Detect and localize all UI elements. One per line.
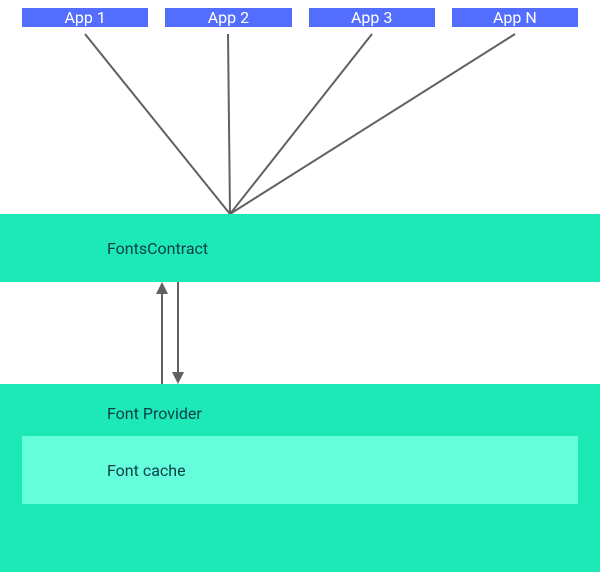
- app-label: App N: [493, 8, 537, 27]
- app-label: App 3: [351, 8, 392, 27]
- fonts-contract-box: FontsContract: [0, 214, 600, 282]
- app-label: App 1: [64, 8, 105, 27]
- font-cache-box: Font cache: [22, 436, 578, 504]
- app-box-3: App 3: [309, 8, 435, 27]
- app-box-2: App 2: [165, 8, 291, 27]
- fonts-contract-label: FontsContract: [107, 239, 208, 258]
- app-label: App 2: [208, 8, 249, 27]
- font-provider-box: Font Provider Font cache: [0, 384, 600, 572]
- app-box-1: App 1: [22, 8, 148, 27]
- font-cache-label: Font cache: [107, 461, 186, 480]
- diagram-canvas: App 1 App 2 App 3 App N FontsContract Fo…: [0, 0, 600, 574]
- font-provider-label: Font Provider: [107, 404, 202, 423]
- app-row: App 1 App 2 App 3 App N: [22, 0, 578, 34]
- app-box-n: App N: [452, 8, 578, 27]
